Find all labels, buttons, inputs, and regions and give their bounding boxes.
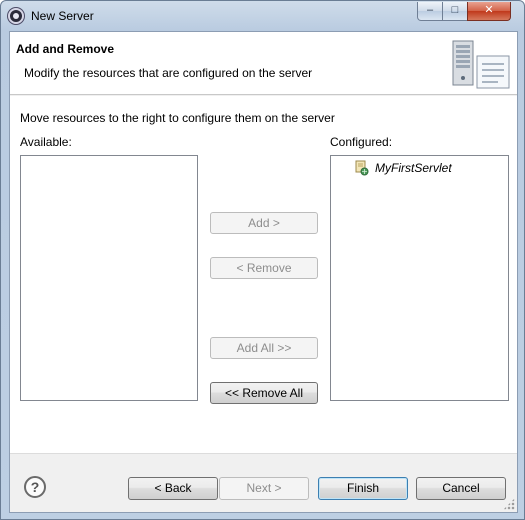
remove-all-button[interactable]: << Remove All (210, 382, 318, 404)
new-server-window: New Server – □ ✕ Add and Remove Modify t… (0, 0, 525, 520)
available-list[interactable] (20, 155, 198, 401)
maximize-button[interactable]: □ (442, 2, 468, 21)
cancel-button[interactable]: Cancel (416, 477, 506, 500)
page-description: Modify the resources that are configured… (24, 66, 313, 80)
add-all-button[interactable]: Add All >> (210, 337, 318, 359)
window-title: New Server (31, 9, 94, 23)
resize-grip[interactable] (503, 498, 515, 510)
next-button[interactable]: Next > (219, 477, 309, 500)
available-label: Available: (20, 135, 72, 149)
dialog-client-area: Add and Remove Modify the resources that… (9, 31, 518, 513)
instructions-text: Move resources to the right to configure… (20, 111, 335, 125)
help-icon[interactable]: ? (24, 476, 46, 498)
minimize-button[interactable]: – (417, 2, 443, 21)
add-button[interactable]: Add > (210, 212, 318, 234)
wizard-header: Add and Remove Modify the resources that… (10, 32, 517, 95)
page-title: Add and Remove (16, 42, 115, 56)
back-button[interactable]: < Back (128, 477, 218, 500)
remove-button[interactable]: < Remove (210, 257, 318, 279)
configured-list[interactable]: MyFirstServlet (330, 155, 509, 401)
finish-button[interactable]: Finish (318, 477, 408, 500)
configured-item-label: MyFirstServlet (375, 161, 452, 175)
configured-label: Configured: (330, 135, 393, 149)
close-button[interactable]: ✕ (467, 2, 511, 21)
eclipse-app-icon (8, 8, 24, 24)
title-bar[interactable]: New Server – □ ✕ (1, 1, 524, 31)
web-module-icon (355, 160, 369, 176)
server-wizard-icon (452, 40, 510, 89)
wizard-footer: ? < Back Next > Finish Cancel (10, 453, 517, 512)
add-remove-panel: Move resources to the right to configure… (10, 96, 517, 453)
